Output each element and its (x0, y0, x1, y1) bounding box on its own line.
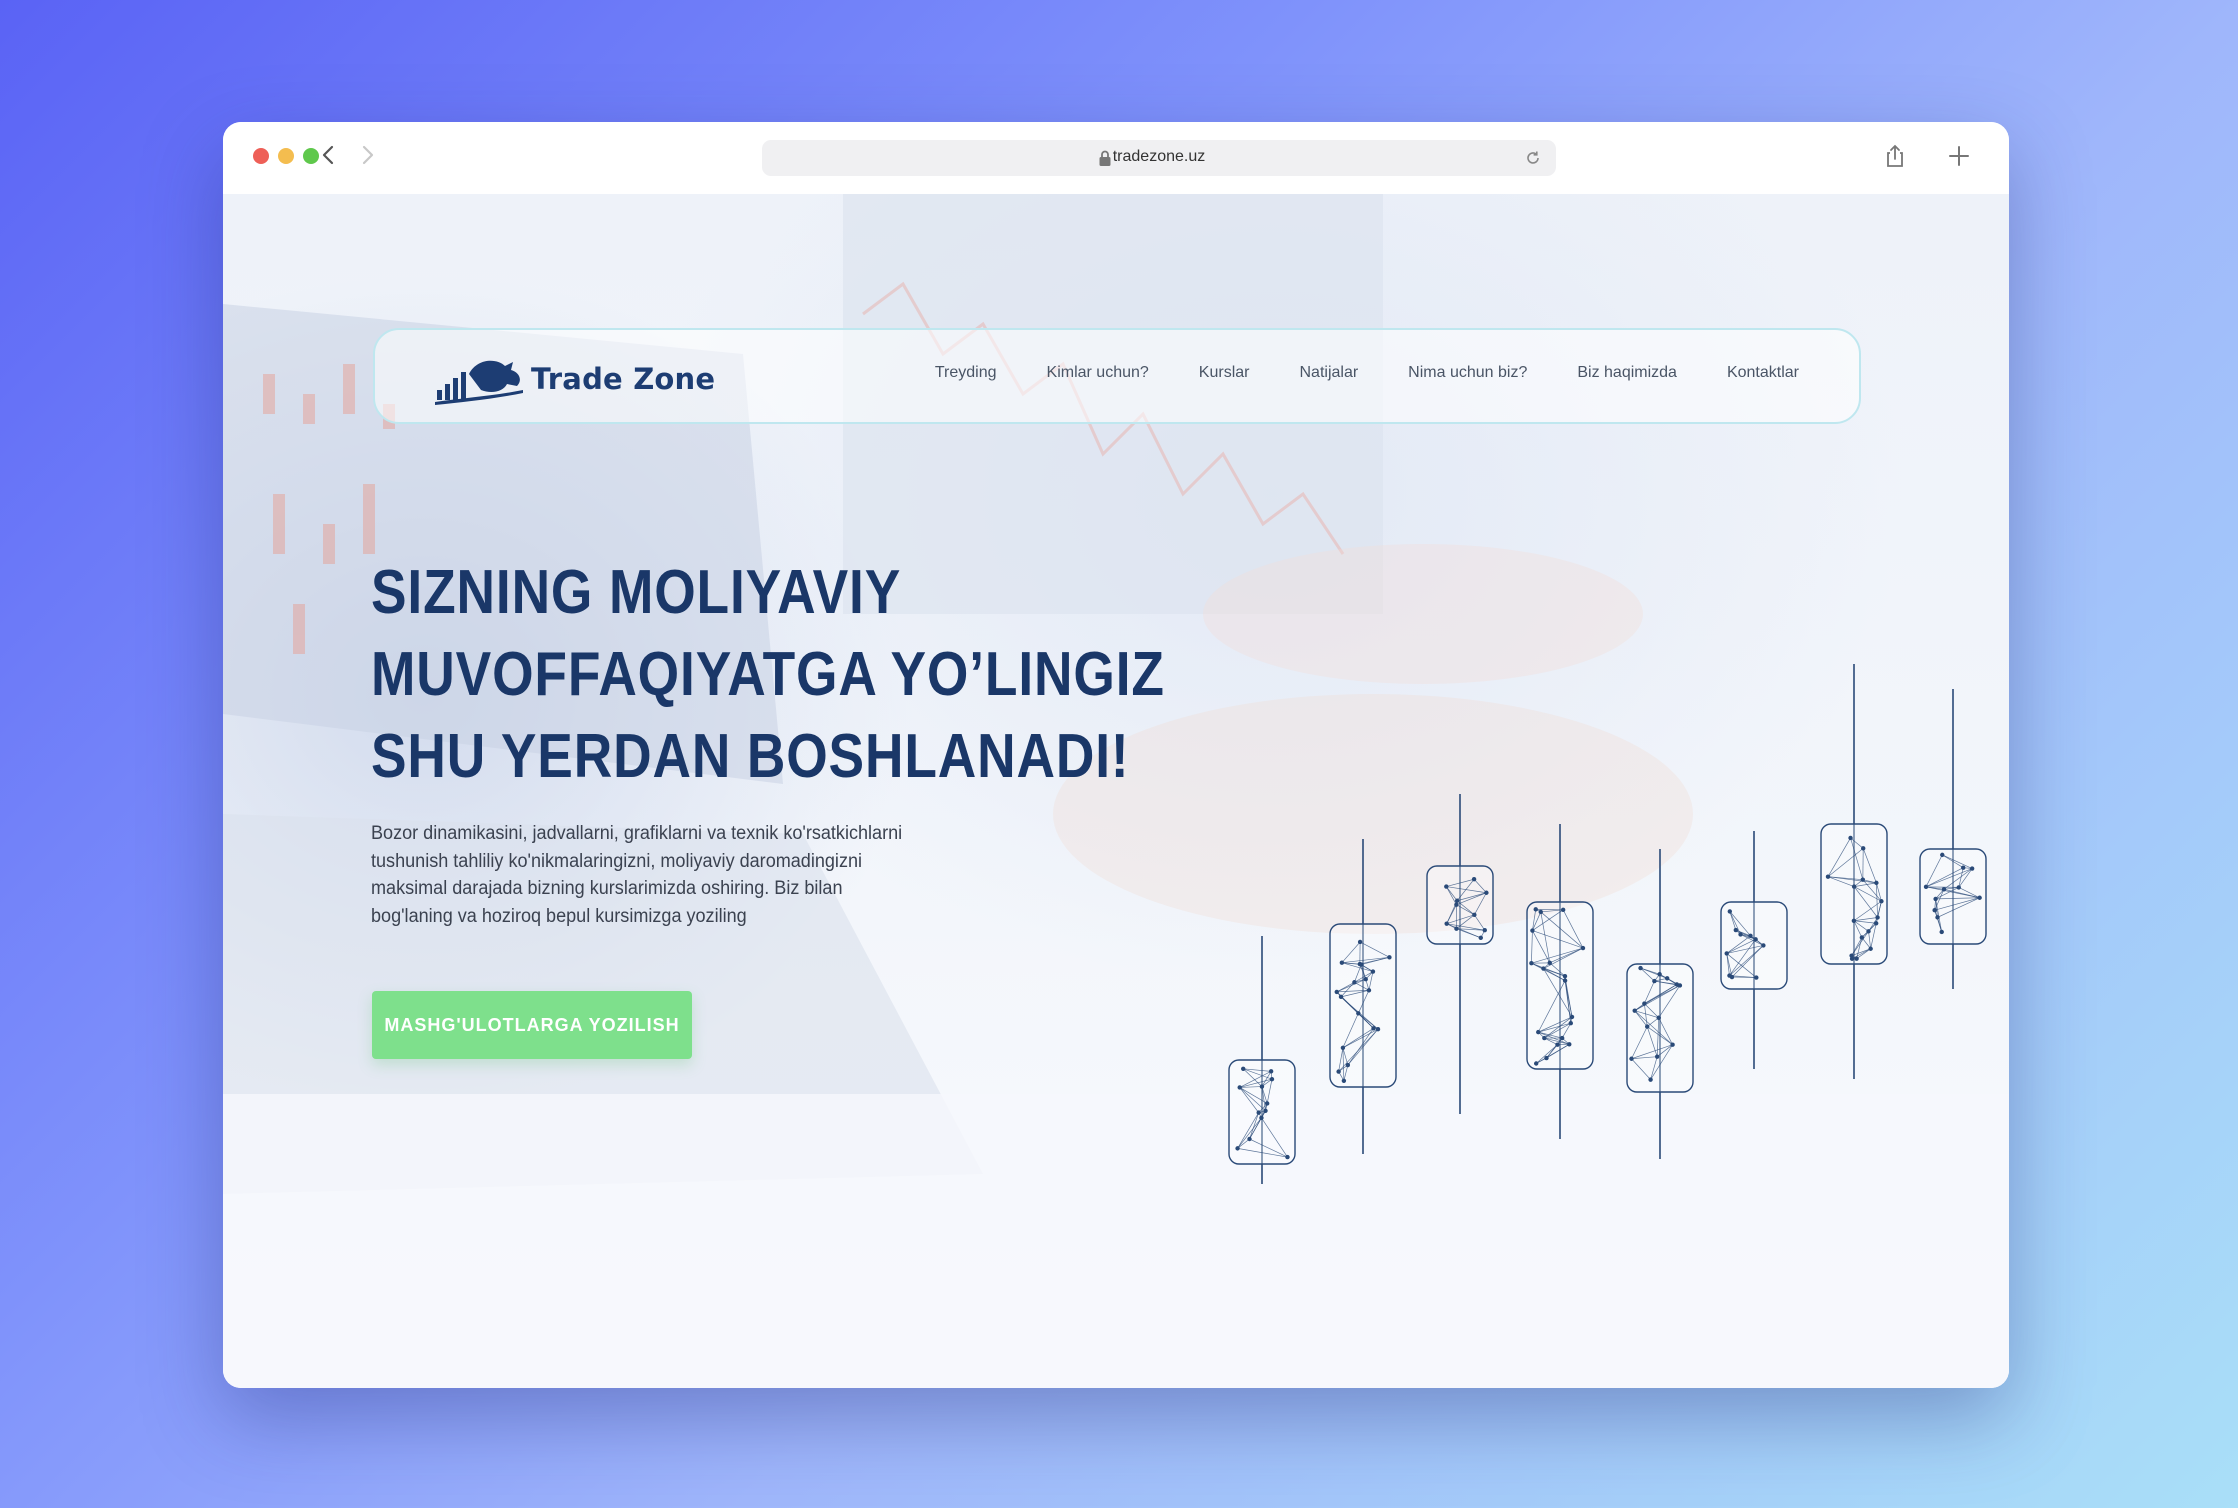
logo-text: Trade Zone (531, 362, 716, 396)
candlestick-mark (1228, 936, 1296, 1184)
menu-item-nima-uchun-biz[interactable]: Nima uchun biz? (1408, 364, 1527, 382)
candlestick-illustration (1228, 664, 1987, 1184)
hero-title: SIZNING MOLIYAVIY MUVOFFAQIYATGA YO’LING… (371, 552, 1165, 798)
menu-item-treyding[interactable]: Treyding (935, 364, 997, 382)
forward-arrow-icon[interactable] (353, 140, 383, 170)
menu-item-biz-haqimizda[interactable]: Biz haqimizda (1577, 364, 1677, 382)
hero-title-line: MUVOFFAQIYATGA YO’LINGIZ (371, 640, 1165, 709)
share-icon[interactable] (1881, 142, 1909, 170)
menu-item-kontaktlar[interactable]: Kontaktlar (1727, 364, 1799, 382)
menu-item-kurslar[interactable]: Kurslar (1199, 364, 1250, 382)
browser-window: tradezone.uz Trade Zone Treyding Kimlar … (223, 122, 2009, 1388)
browser-toolbar: tradezone.uz (223, 122, 2009, 194)
bull-logo-icon (435, 360, 523, 405)
url-text: tradezone.uz (1112, 148, 1206, 165)
hero-text-line: maksimal darajada bizning kurslarimizda … (371, 878, 843, 899)
candlestick-mark (1626, 849, 1694, 1159)
candlestick-mark (1426, 794, 1494, 1114)
hero-text-line: Bozor dinamikasini, jadvallarni, grafikl… (371, 823, 903, 844)
candlestick-mark (1329, 839, 1397, 1154)
hero-title-line: SIZNING MOLIYAVIY (371, 558, 902, 627)
site-header: Trade Zone Treyding Kimlar uchun? Kursla… (373, 328, 1861, 424)
page-viewport: Trade Zone Treyding Kimlar uchun? Kursla… (223, 194, 2009, 1388)
hero-title-line: SHU YERDAN BOSHLANADI! (371, 722, 1130, 791)
candlestick-mark (1526, 824, 1594, 1139)
reload-icon[interactable] (1524, 149, 1542, 167)
menu-item-kimlar-uchun[interactable]: Kimlar uchun? (1047, 364, 1149, 382)
close-window-button[interactable] (253, 148, 269, 164)
back-arrow-icon[interactable] (313, 140, 343, 170)
hero-description: Bozor dinamikasini, jadvallarni, grafikl… (371, 820, 989, 930)
menu-item-natijalar[interactable]: Natijalar (1299, 364, 1358, 382)
hero-text-line: bog'laning va hoziroq bepul kursimizga y… (371, 905, 747, 927)
candlestick-mark (1820, 664, 1888, 1079)
address-bar[interactable]: tradezone.uz (762, 140, 1556, 176)
enroll-button[interactable]: MASHG'ULOTLARGA YOZILISH (372, 991, 692, 1059)
hero-text-line: tushunish tahliliy ko'nikmalaringizni, m… (371, 850, 863, 872)
candlestick-mark (1919, 689, 1987, 989)
minimize-window-button[interactable] (278, 148, 294, 164)
new-tab-icon[interactable] (1945, 142, 1973, 170)
main-menu: Treyding Kimlar uchun? Kurslar Natijalar… (885, 364, 1799, 382)
logo[interactable]: Trade Zone (433, 352, 715, 406)
candlestick-mark (1720, 831, 1788, 1069)
